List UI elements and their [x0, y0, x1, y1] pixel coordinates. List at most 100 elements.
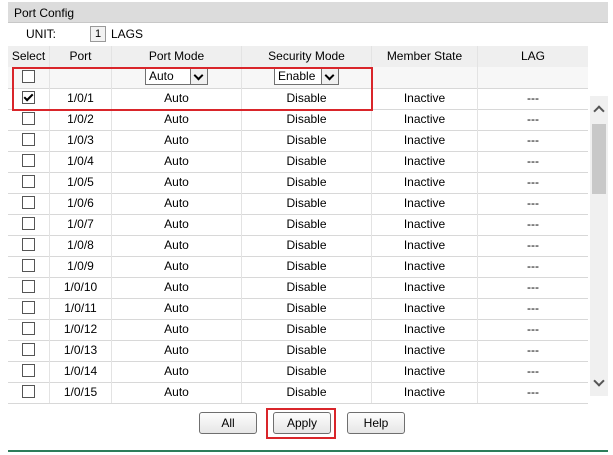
- table-row[interactable]: 1/0/14 Auto Disable Inactive ---: [8, 361, 588, 383]
- lag-cell: ---: [527, 238, 539, 252]
- table-row[interactable]: 1/0/11 Auto Disable Inactive ---: [8, 298, 588, 320]
- lag-cell: ---: [527, 301, 539, 315]
- port-cell: 1/0/7: [50, 214, 112, 235]
- header-member-state: Member State: [372, 46, 478, 67]
- port-mode-cell: Auto: [112, 256, 242, 277]
- lag-cell: ---: [527, 112, 539, 126]
- port-cell: 1/0/6: [50, 193, 112, 214]
- security-mode-cell: Disable: [242, 319, 372, 340]
- row-select-checkbox[interactable]: [22, 364, 35, 378]
- lag-cell: ---: [527, 217, 539, 231]
- lag-cell: ---: [527, 322, 539, 336]
- port-mode-cell: Auto: [112, 193, 242, 214]
- security-mode-cell: Disable: [242, 340, 372, 361]
- security-mode-cell: Disable: [242, 193, 372, 214]
- row-select-checkbox[interactable]: [22, 196, 35, 210]
- table-row[interactable]: 1/0/8 Auto Disable Inactive ---: [8, 235, 588, 257]
- scroll-thumb[interactable]: [592, 124, 606, 194]
- table-header-row: Select Port Port Mode Security Mode Memb…: [8, 46, 588, 68]
- all-button[interactable]: All: [199, 412, 257, 434]
- row-select-checkbox[interactable]: [22, 322, 35, 336]
- member-state-cell: Inactive: [372, 214, 478, 235]
- lag-cell: ---: [527, 343, 539, 357]
- table-row[interactable]: 1/0/5 Auto Disable Inactive ---: [8, 172, 588, 194]
- table-row[interactable]: 1/0/4 Auto Disable Inactive ---: [8, 151, 588, 173]
- table-scrollbar[interactable]: [590, 96, 608, 396]
- port-cell: 1/0/8: [50, 235, 112, 256]
- port-mode-cell: Auto: [112, 130, 242, 151]
- port-cell: 1/0/12: [50, 319, 112, 340]
- port-mode-cell: Auto: [112, 361, 242, 382]
- help-button[interactable]: Help: [347, 412, 405, 434]
- header-lag: LAG: [520, 49, 545, 63]
- security-mode-cell: Disable: [242, 361, 372, 382]
- unit-row: UNIT: 1 LAGS: [8, 24, 608, 44]
- lags-link[interactable]: LAGS: [111, 27, 143, 41]
- lag-cell: ---: [527, 280, 539, 294]
- header-port: Port: [50, 46, 112, 67]
- lag-cell: ---: [527, 196, 539, 210]
- table-row[interactable]: 1/0/3 Auto Disable Inactive ---: [8, 130, 588, 152]
- member-state-cell: Inactive: [372, 277, 478, 298]
- row-select-checkbox[interactable]: [22, 343, 35, 357]
- table-row[interactable]: 1/0/6 Auto Disable Inactive ---: [8, 193, 588, 215]
- table-row[interactable]: 1/0/2 Auto Disable Inactive ---: [8, 109, 588, 131]
- row-select-checkbox[interactable]: [22, 301, 35, 315]
- port-cell: 1/0/15: [50, 382, 112, 403]
- port-mode-cell: Auto: [112, 109, 242, 130]
- member-state-cell: Inactive: [372, 130, 478, 151]
- panel-title: Port Config: [14, 6, 75, 20]
- panel-header: Port Config: [8, 2, 608, 23]
- lag-cell: ---: [527, 133, 539, 147]
- row-select-checkbox[interactable]: [22, 133, 35, 147]
- scroll-down-icon[interactable]: [590, 374, 608, 392]
- lag-cell: ---: [527, 385, 539, 399]
- security-mode-cell: Disable: [242, 256, 372, 277]
- table-row[interactable]: 1/0/9 Auto Disable Inactive ---: [8, 256, 588, 278]
- member-state-cell: Inactive: [372, 298, 478, 319]
- security-mode-cell: Disable: [242, 130, 372, 151]
- table-row[interactable]: 1/0/7 Auto Disable Inactive ---: [8, 214, 588, 236]
- header-security-mode: Security Mode: [242, 46, 372, 67]
- table-row[interactable]: 1/0/12 Auto Disable Inactive ---: [8, 319, 588, 341]
- security-mode-cell: Disable: [242, 214, 372, 235]
- member-state-cell: Inactive: [372, 256, 478, 277]
- header-select: Select: [8, 46, 50, 67]
- security-mode-cell: Disable: [242, 109, 372, 130]
- port-mode-cell: Auto: [112, 382, 242, 403]
- table-row[interactable]: 1/0/15 Auto Disable Inactive ---: [8, 382, 588, 404]
- lag-cell: ---: [527, 175, 539, 189]
- table-row[interactable]: 1/0/13 Auto Disable Inactive ---: [8, 340, 588, 362]
- row-select-checkbox[interactable]: [22, 217, 35, 231]
- port-mode-cell: Auto: [112, 214, 242, 235]
- member-state-cell: Inactive: [372, 109, 478, 130]
- security-mode-cell: Disable: [242, 382, 372, 403]
- row-select-checkbox[interactable]: [22, 259, 35, 273]
- port-cell: 1/0/4: [50, 151, 112, 172]
- row-select-checkbox[interactable]: [22, 175, 35, 189]
- port-cell: 1/0/3: [50, 130, 112, 151]
- port-mode-cell: Auto: [112, 319, 242, 340]
- row-select-checkbox[interactable]: [22, 154, 35, 168]
- highlight-box: [12, 67, 373, 111]
- lag-cell: ---: [527, 259, 539, 273]
- row-select-checkbox[interactable]: [22, 238, 35, 252]
- lag-cell: ---: [527, 91, 539, 105]
- port-cell: 1/0/11: [50, 298, 112, 319]
- security-mode-cell: Disable: [242, 277, 372, 298]
- member-state-cell: Inactive: [372, 235, 478, 256]
- port-cell: 1/0/9: [50, 256, 112, 277]
- unit-selector[interactable]: 1: [90, 26, 106, 42]
- scroll-up-icon[interactable]: [590, 100, 608, 118]
- row-select-checkbox[interactable]: [22, 280, 35, 294]
- security-mode-cell: Disable: [242, 172, 372, 193]
- row-select-checkbox[interactable]: [22, 385, 35, 399]
- row-select-checkbox[interactable]: [22, 112, 35, 126]
- table-row[interactable]: 1/0/10 Auto Disable Inactive ---: [8, 277, 588, 299]
- apply-highlight-box: [266, 408, 336, 439]
- member-state-cell: Inactive: [372, 193, 478, 214]
- port-cell: 1/0/10: [50, 277, 112, 298]
- port-mode-cell: Auto: [112, 172, 242, 193]
- port-mode-cell: Auto: [112, 235, 242, 256]
- member-state-cell: Inactive: [372, 151, 478, 172]
